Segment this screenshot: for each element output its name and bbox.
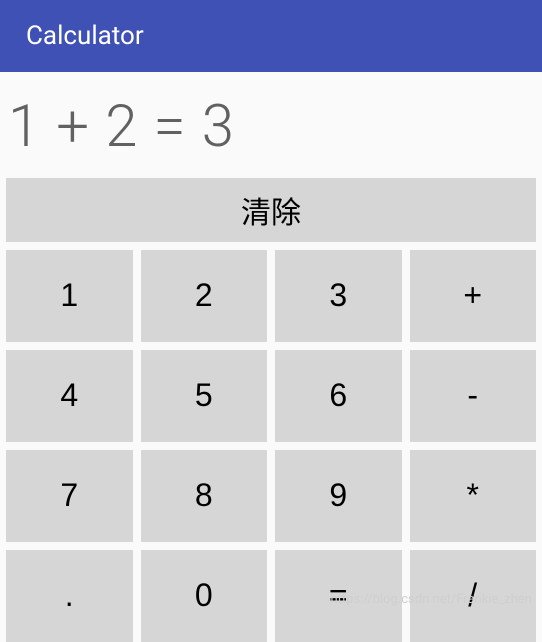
key-label: / <box>468 577 477 614</box>
calculator-display: 1 + 2 = 3 <box>0 72 542 178</box>
key-equals[interactable]: = <box>275 550 402 642</box>
key-plus[interactable]: + <box>410 250 537 342</box>
key-2[interactable]: 2 <box>141 250 268 342</box>
key-7[interactable]: 7 <box>6 450 133 542</box>
key-multiply[interactable]: * <box>410 450 537 542</box>
key-label: 5 <box>195 377 213 414</box>
key-3[interactable]: 3 <box>275 250 402 342</box>
key-label: - <box>467 377 478 414</box>
app-bar: Calculator <box>0 0 542 72</box>
key-label: 0 <box>195 577 213 614</box>
key-8[interactable]: 8 <box>141 450 268 542</box>
key-5[interactable]: 5 <box>141 350 268 442</box>
key-label: 3 <box>329 277 347 314</box>
key-decimal[interactable]: . <box>6 550 133 642</box>
key-9[interactable]: 9 <box>275 450 402 542</box>
key-6[interactable]: 6 <box>275 350 402 442</box>
key-label: 9 <box>329 477 347 514</box>
key-0[interactable]: 0 <box>141 550 268 642</box>
key-label: * <box>467 477 479 514</box>
key-label: 8 <box>195 477 213 514</box>
key-label: 6 <box>329 377 347 414</box>
key-minus[interactable]: - <box>410 350 537 442</box>
key-label: 7 <box>60 477 78 514</box>
key-4[interactable]: 4 <box>6 350 133 442</box>
key-label: + <box>463 277 482 314</box>
display-expression: 1 + 2 = 3 <box>8 93 235 161</box>
key-label: 2 <box>195 277 213 314</box>
key-divide[interactable]: / <box>410 550 537 642</box>
key-1[interactable]: 1 <box>6 250 133 342</box>
key-label: 4 <box>60 377 78 414</box>
clear-label: 清除 <box>241 188 301 232</box>
key-label: . <box>65 577 74 614</box>
key-label: = <box>329 577 348 614</box>
clear-button[interactable]: 清除 <box>6 178 536 242</box>
app-title: Calculator <box>26 21 144 51</box>
key-label: 1 <box>60 277 78 314</box>
keypad: 1 2 3 + 4 5 6 - 7 8 9 * . 0 = / <box>0 250 542 642</box>
